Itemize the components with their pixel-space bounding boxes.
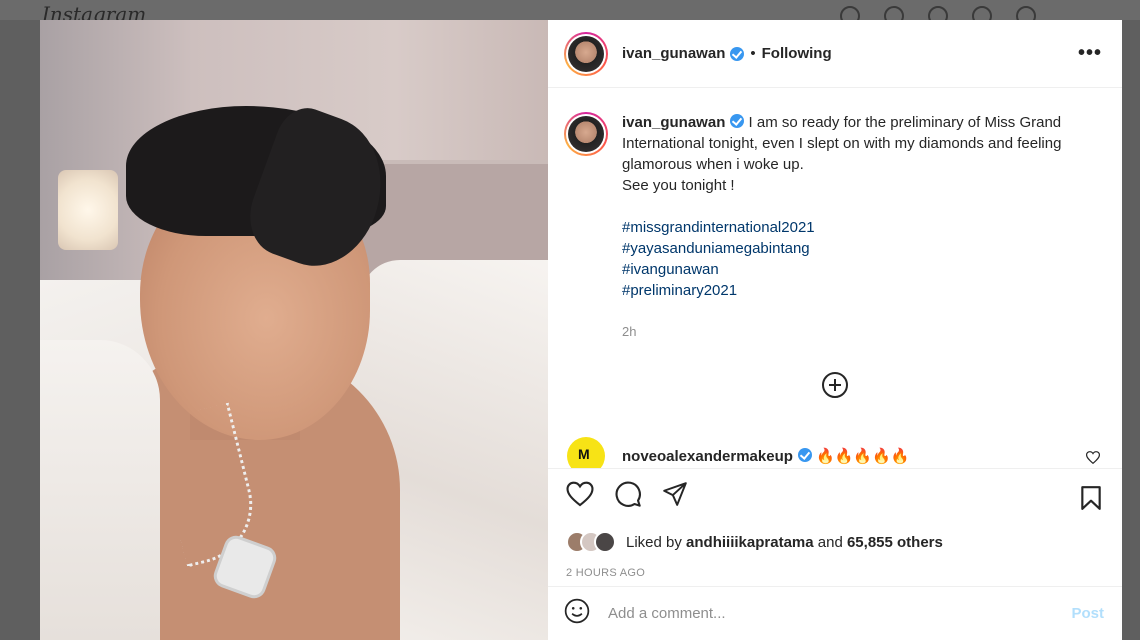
caption-line2: See you tonight ! [622,177,735,194]
likes-prefix: Liked by [626,533,682,551]
bookmark-icon[interactable] [1080,485,1102,516]
posted-time[interactable]: 2 HOURS AGO [548,560,1122,586]
plus-circle-icon[interactable] [822,372,848,398]
caption-verified-icon [730,114,745,128]
add-comment-bar: Add a comment... Post [548,586,1122,640]
caption-username[interactable]: ivan_gunawan [622,114,725,131]
likes-count[interactable]: 65,855 others [847,534,943,551]
following-button[interactable]: Following [762,45,832,62]
separator-dot: • [750,45,756,62]
photo-lamp [58,170,118,250]
photo-sheet-front [40,340,160,640]
comment-text-block: noveoalexandermakeup 🔥🔥🔥🔥🔥 [622,447,909,465]
share-icon[interactable] [662,481,688,512]
more-icon[interactable]: ••• [1078,42,1102,65]
comment-text: 🔥🔥🔥🔥🔥 [816,448,910,465]
hashtag-list: #missgrandinternational2021 #yayasanduni… [622,217,1102,301]
emoji-icon[interactable] [564,598,590,629]
comments-area: ivan_gunawan I am so ready for the preli… [548,88,1122,468]
comment-icon[interactable] [614,480,642,513]
post-modal: ivan_gunawan • Following ••• ivan_gunawa… [40,20,1122,640]
post-header: ivan_gunawan • Following ••• [548,20,1122,88]
caption-text-block: ivan_gunawan I am so ready for the preli… [622,112,1102,342]
background-header: Instagram [0,0,1140,26]
caption-time[interactable]: 2h [622,321,1102,342]
hashtag-link[interactable]: #yayasanduniamegabintang [622,238,1102,259]
comment-input[interactable]: Add a comment... [608,605,726,622]
heart-icon[interactable] [566,481,594,512]
likes-middle: and [817,533,843,551]
avatar-image [568,35,604,72]
commenter-avatar[interactable] [567,437,605,468]
hashtag-link[interactable]: #preliminary2021 [622,280,1102,301]
caption-avatar-image [568,116,604,152]
action-bar [548,468,1122,524]
post-comment-button[interactable]: Post [1071,605,1104,622]
comment-like-icon[interactable] [1085,451,1101,467]
commenter-verified-icon [797,448,812,462]
likes-row: Liked by andhiiiikapratama and 65,855 ot… [548,524,1122,560]
liker-username[interactable]: andhiiiikapratama [686,534,814,551]
author-avatar[interactable] [564,31,608,76]
likes-text: Liked by andhiiiikapratama and 65,855 ot… [626,534,943,551]
post-sidebar: ivan_gunawan • Following ••• ivan_gunawa… [548,20,1122,640]
comment-item: noveoalexandermakeup 🔥🔥🔥🔥🔥 [564,437,1106,468]
hashtag-link[interactable]: #missgrandinternational2021 [622,217,1102,238]
caption: ivan_gunawan I am so ready for the preli… [564,112,1106,342]
verified-icon [730,46,745,61]
hashtag-link[interactable]: #ivangunawan [622,259,1102,280]
commenter-username[interactable]: noveoalexandermakeup [622,448,793,465]
caption-avatar[interactable] [564,112,608,156]
post-photo[interactable] [40,20,548,640]
liker-avatar[interactable] [594,531,616,553]
author-username[interactable]: ivan_gunawan [622,45,725,62]
